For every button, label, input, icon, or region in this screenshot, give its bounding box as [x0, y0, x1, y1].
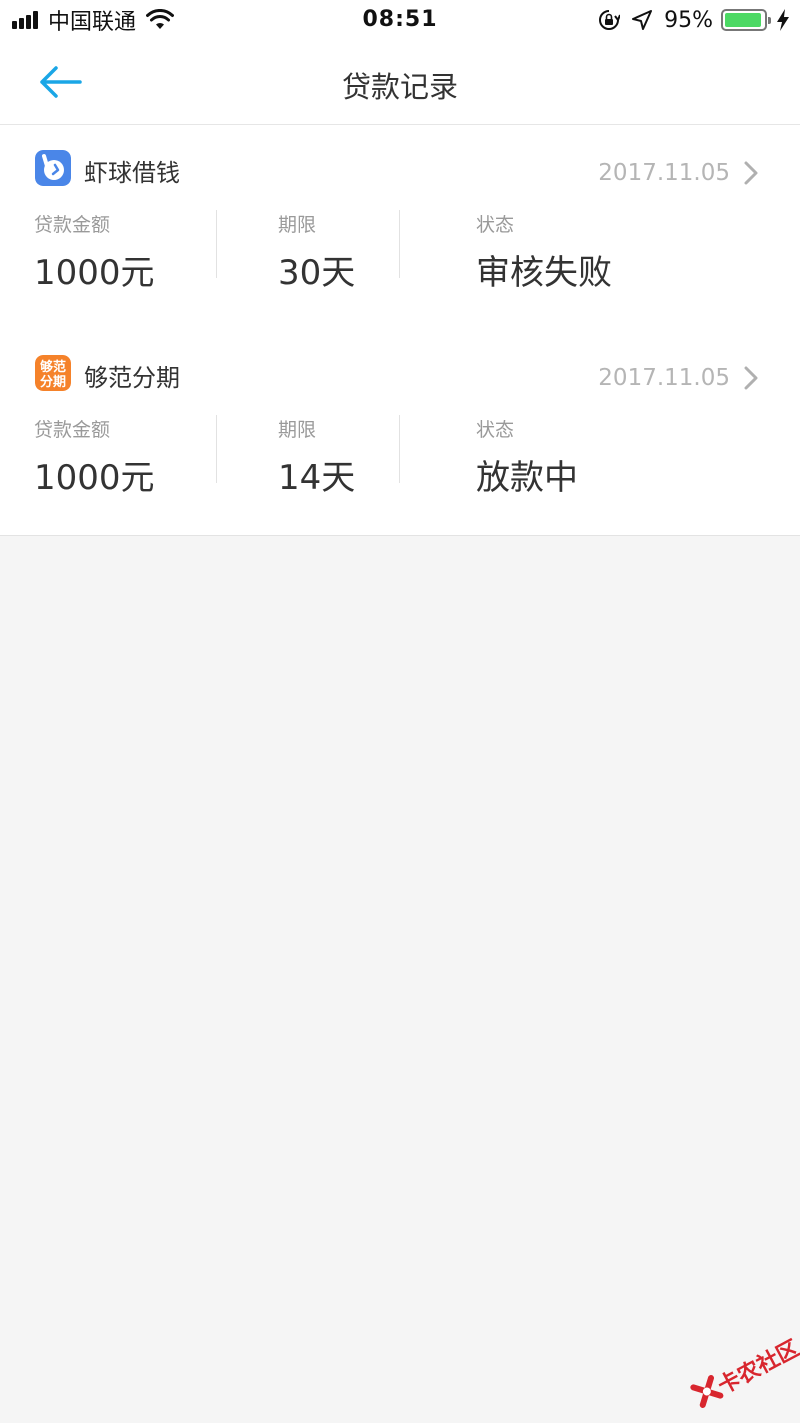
xiaqiu-logo-icon [35, 150, 71, 186]
watermark-text: 卡农社区 [714, 1336, 800, 1400]
loan-status-column: 状态 放款中 [476, 415, 578, 499]
loan-records-screen: 中国联通 08:51 95% 贷款记录 虾球借钱 2017.11.05 贷款金额… [0, 0, 800, 1423]
loan-record-card[interactable]: 虾球借钱 2017.11.05 贷款金额 1000元 期限 30天 状态 审核失… [0, 125, 800, 331]
record-header: 虾球借钱 2017.11.05 [0, 150, 800, 190]
loan-term-value: 14天 [278, 458, 356, 498]
rotation-lock-icon [599, 10, 621, 30]
record-header: 够范 分期 够范分期 2017.11.05 [0, 355, 800, 395]
loan-status-label: 状态 [476, 419, 515, 441]
svg-text:分期: 分期 [40, 374, 66, 390]
goufan-logo-icon: 够范 分期 [35, 355, 71, 391]
loan-amount-column: 贷款金额 1000元 [34, 415, 155, 499]
status-bar: 中国联通 08:51 95% [0, 0, 800, 40]
column-divider [216, 210, 217, 278]
record-date: 2017.11.05 [598, 365, 730, 391]
svg-text:够范: 够范 [39, 359, 66, 375]
column-divider [399, 210, 400, 278]
loan-term-column: 期限 14天 [278, 415, 355, 499]
battery-fill [725, 13, 762, 27]
watermark-logo: 卡农社区 [682, 1325, 800, 1423]
loan-term-label: 期限 [278, 419, 317, 441]
battery-percent: 95% [664, 7, 713, 33]
charging-bolt-icon [777, 9, 789, 31]
loan-amount-label: 贷款金额 [34, 214, 111, 236]
loan-status-value: 放款中 [476, 458, 578, 498]
column-divider [216, 415, 217, 483]
chevron-right-icon [744, 161, 758, 185]
battery-icon [721, 9, 771, 31]
loan-amount-value: 1000元 [34, 253, 155, 293]
loan-status-label: 状态 [476, 214, 515, 236]
chevron-right-icon [744, 366, 758, 390]
location-arrow-icon [632, 10, 653, 30]
loan-term-label: 期限 [278, 214, 317, 236]
navigation-bar: 贷款记录 [0, 40, 800, 125]
lender-name: 虾球借钱 [84, 159, 180, 187]
loan-amount-column: 贷款金额 1000元 [34, 210, 155, 294]
page-title: 贷款记录 [341, 70, 458, 104]
lender-name: 够范分期 [84, 364, 180, 392]
loan-amount-value: 1000元 [34, 458, 155, 498]
loan-record-card[interactable]: 够范 分期 够范分期 2017.11.05 贷款金额 1000元 期限 14天 … [0, 330, 800, 536]
record-date: 2017.11.05 [598, 160, 730, 186]
loan-status-value: 审核失败 [476, 253, 612, 293]
loan-amount-label: 贷款金额 [34, 419, 111, 441]
loan-status-column: 状态 审核失败 [476, 210, 612, 294]
loan-term-value: 30天 [278, 253, 356, 293]
loan-term-column: 期限 30天 [278, 210, 355, 294]
status-bar-right: 95% [598, 7, 790, 33]
column-divider [399, 415, 400, 483]
